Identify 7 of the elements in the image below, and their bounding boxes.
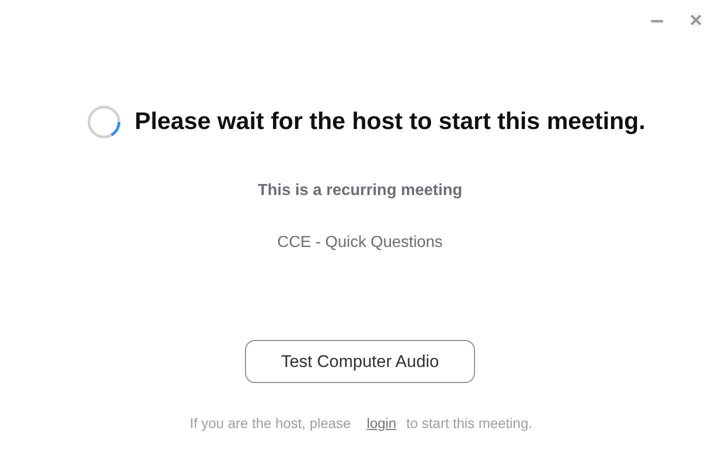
host-login-note: If you are the host, please login to start this meeting. <box>190 415 532 431</box>
login-link[interactable]: login <box>366 415 396 431</box>
close-icon[interactable] <box>690 14 702 26</box>
test-audio-button[interactable]: Test Computer Audio <box>245 340 475 383</box>
meeting-name: CCE - Quick Questions <box>277 234 443 252</box>
meeting-type: This is a recurring meeting <box>258 182 462 200</box>
wait-message: Please wait for the host to start this meeting. <box>134 108 646 136</box>
